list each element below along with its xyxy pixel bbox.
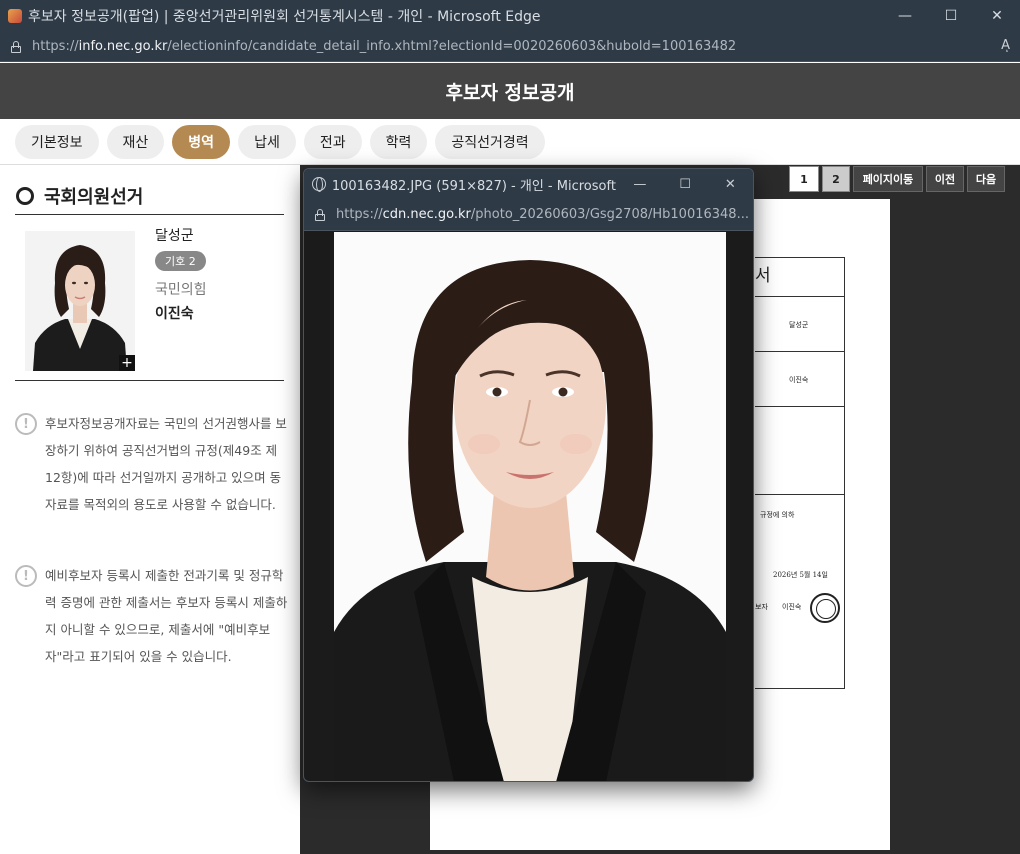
tab-bar: 기본정보 재산 병역 납세 전과 학력 공직선거경력 [0,119,1020,165]
close-button[interactable]: ✕ [974,0,1020,32]
tab-basic-info[interactable]: 기본정보 [15,124,99,159]
tab-public-office-career[interactable]: 공직선거경력 [435,124,545,159]
candidate-district: 달성군 [155,228,194,244]
tab-military-service[interactable]: 병역 [172,124,231,159]
read-aloud-icon[interactable]: Aͅ [1001,38,1010,53]
document-signer-name: 이진숙 [782,603,802,611]
document-date: 2026년 5월 14일 [773,571,828,579]
ring-icon [16,187,34,205]
document-district: 달성군 [789,321,809,329]
popup-title: 100163482.JPG (591×827) - 개인 - Microsoft… [331,178,618,194]
url-host: info.nec.go.kr [78,39,168,54]
popup-address-bar[interactable]: https://cdn.nec.go.kr/photo_20260603/Gsg… [304,199,753,231]
url-host: cdn.nec.go.kr [382,207,471,222]
notice-text: 후보자정보공개자료는 국민의 선거권행사를 보장하기 위하여 공직선거법의 규정… [45,416,287,512]
table-line [755,296,845,297]
candidate-info: 달성군 기호 2 국민의힘 이진숙 [155,225,207,323]
document-name: 이진숙 [789,376,809,384]
document-signer-label: 보자 [755,603,768,611]
page-1-button[interactable]: 1 [789,166,819,192]
page-header: 후보자 정보공개 [0,63,1020,119]
enlarge-icon[interactable]: + [119,355,135,371]
window-title: 후보자 정보공개(팝업) | 중앙선거관리위원회 선거통계시스템 - 개인 - … [28,9,541,25]
popup-minimize-button[interactable]: — [617,169,662,199]
popup-titlebar: 100163482.JPG (591×827) - 개인 - Microsoft… [304,169,753,199]
popup-address-url[interactable]: https://cdn.nec.go.kr/photo_20260603/Gsg… [336,207,749,222]
url-scheme: https:// [336,207,383,222]
tab-property[interactable]: 재산 [106,124,165,159]
candidate-party: 국민의힘 [155,282,207,298]
tab-education[interactable]: 학력 [369,124,428,159]
candidate-name: 이진숙 [155,306,194,322]
page-title: 후보자 정보공개 [445,81,575,104]
popup-maximize-button[interactable]: ☐ [662,169,707,199]
main-window-titlebar: 후보자 정보공개(팝업) | 중앙선거관리위원회 선거통계시스템 - 개인 - … [0,0,1020,32]
next-page-button[interactable]: 다음 [967,166,1005,192]
divider [15,380,284,381]
address-url[interactable]: https://info.nec.go.kr/electioninfo/cand… [32,39,736,54]
prev-page-button[interactable]: 이전 [926,166,964,192]
table-line [755,406,845,407]
edge-app-icon [8,9,22,23]
section-title: 국회의원선거 [44,187,144,208]
candidate-portrait-large [334,232,726,781]
candidate-photo-thumbnail[interactable]: + [25,231,135,371]
url-path: /photo_20260603/Gsg2708/Hb10016348... [470,207,749,222]
exclamation-icon: ! [15,565,37,587]
table-line [755,351,845,352]
table-line [755,494,845,495]
popup-close-button[interactable]: ✕ [708,169,753,199]
globe-icon [312,177,326,192]
notice-item: ! 후보자정보공개자료는 국민의 선거권행사를 보장하기 위하여 공직선거법의 … [15,413,290,518]
divider [15,214,284,215]
notice-item: ! 예비후보자 등록시 제출한 전과기록 및 정규학력 증명에 관한 제출서는 … [15,565,290,670]
maximize-button[interactable]: ☐ [928,0,974,32]
tab-tax[interactable]: 납세 [238,124,296,159]
seal-stamp [810,593,840,623]
notice-text: 예비후보자 등록시 제출한 전과기록 및 정규학력 증명에 관한 제출서는 후보… [45,568,288,664]
document-regulation-text: 규정에 의하 [760,511,795,519]
minimize-button[interactable]: — [882,0,928,32]
tab-criminal-record[interactable]: 전과 [303,124,362,159]
candidate-photo-large [334,232,726,781]
url-path: /electioninfo/candidate_detail_info.xhtm… [167,39,737,54]
candidate-portrait-small [25,231,135,371]
page-goto-button[interactable]: 페이지이동 [853,166,923,192]
address-bar[interactable]: https://info.nec.go.kr/electioninfo/cand… [0,32,1020,62]
page-2-button[interactable]: 2 [822,166,850,192]
section-heading: 국회의원선거 [16,183,143,209]
candidate-panel: 국회의원선거 + 달성군 기호 2 국민의힘 이진숙 ! 후보자정보공개자료는 … [0,165,300,854]
lock-icon [314,208,326,221]
photo-popup-window: 100163482.JPG (591×827) - 개인 - Microsoft… [303,168,754,782]
exclamation-icon: ! [15,413,37,435]
lock-icon [10,40,22,53]
candidate-number-badge: 기호 2 [155,251,206,271]
url-scheme: https:// [32,39,79,54]
